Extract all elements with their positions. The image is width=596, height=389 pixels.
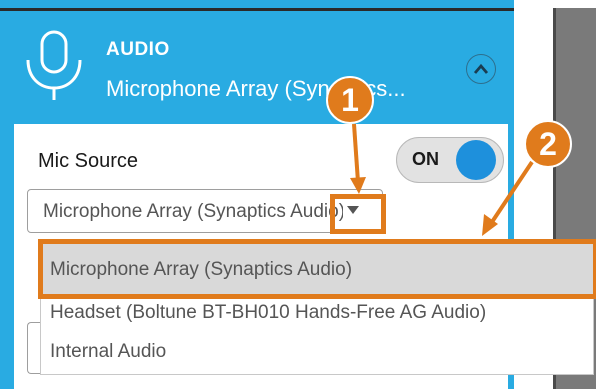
collapse-button[interactable] — [466, 54, 496, 84]
next-field-edge — [27, 322, 41, 374]
panel-top-border — [0, 8, 514, 11]
microphone-icon — [26, 30, 82, 100]
mic-source-label: Mic Source — [38, 150, 139, 172]
option-headset[interactable]: Headset (Boltune BT-BH010 Hands-Free AG … — [50, 302, 486, 324]
option-internal-audio[interactable]: Internal Audio — [50, 341, 166, 363]
select-current-value: Microphone Array (Synaptics Audio) — [43, 201, 343, 222]
toggle-label: ON — [412, 149, 439, 169]
chevron-up-icon — [473, 63, 489, 74]
step-badge-1: 1 — [326, 76, 374, 124]
section-title: AUDIO — [106, 39, 170, 60]
step-badge-2: 2 — [524, 120, 572, 168]
highlight-selected-option — [38, 239, 596, 299]
highlight-dropdown-arrow — [330, 194, 386, 234]
toggle-knob[interactable] — [456, 140, 496, 180]
